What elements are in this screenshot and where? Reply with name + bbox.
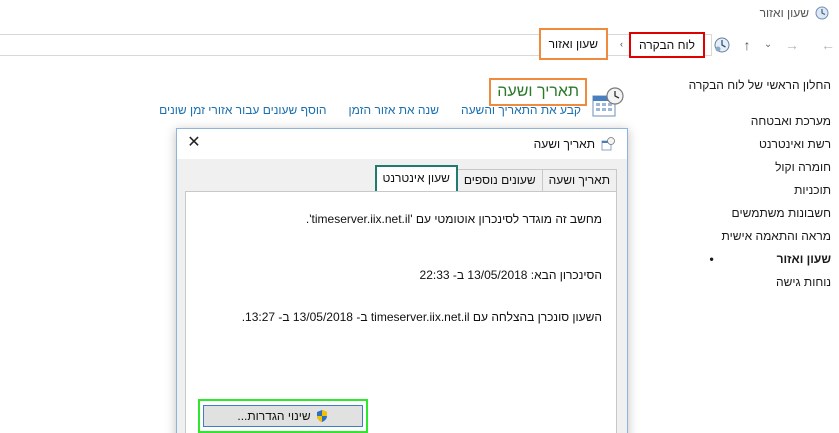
clock-region-icon	[815, 6, 829, 20]
dialog-titlebar: תאריך ושעה ✕	[177, 129, 627, 159]
change-settings-label: שינוי הגדרות...	[237, 409, 311, 423]
change-settings-highlight: שינוי הגדרות...	[198, 399, 368, 433]
set-date-time-link[interactable]: קבע את התאריך והשעה	[461, 103, 581, 117]
control-panel-icon	[714, 37, 730, 53]
tab-panel-internet-time: מחשב זה מוגדר לסינכרון אוטומטי עם 'times…	[185, 191, 617, 433]
sidebar-item-hardware-sound[interactable]: חומרה וקול	[722, 157, 831, 180]
dialog-title: תאריך ושעה	[534, 137, 615, 151]
navigation-bar: ← → ⌄ ↑ לוח הבקרה › שעון ואזור	[0, 28, 839, 60]
task-links: קבע את התאריך והשעה שנה את אזור הזמן הוס…	[159, 103, 581, 117]
sidebar-item-network-internet[interactable]: רשת ואינטרנט	[722, 134, 831, 157]
last-sync-text: השעון סונכרן בהצלחה עם timeserver.iix.ne…	[241, 310, 602, 324]
breadcrumb-control-panel[interactable]: לוח הבקרה	[629, 32, 705, 58]
arrow-right-icon[interactable]: →	[783, 37, 801, 53]
next-sync-text: הסינכרון הבא: 13/05/2018 ב- 22:33	[419, 268, 602, 282]
dialog-title-text: תאריך ושעה	[533, 137, 595, 151]
change-time-zone-link[interactable]: שנה את אזור הזמן	[349, 103, 439, 117]
arrow-left-icon[interactable]: ←	[819, 37, 837, 53]
active-bullet-icon: •	[709, 252, 714, 266]
uac-shield-icon	[316, 410, 327, 422]
change-settings-button[interactable]: שינוי הגדרות...	[203, 405, 363, 427]
sidebar-item-appearance[interactable]: מראה והתאמה אישית	[722, 226, 831, 249]
close-icon[interactable]: ✕	[185, 135, 203, 153]
window-title-bar: שעון ואזור	[760, 6, 829, 20]
sidebar-item-ease-of-access[interactable]: נוחות גישה	[722, 272, 831, 295]
page-title[interactable]: תאריך ושעה	[489, 78, 587, 106]
sidebar-item-user-accounts[interactable]: חשבונות משתמשים	[722, 203, 831, 226]
tab-date-time[interactable]: תאריך ושעה	[541, 169, 617, 191]
sidebar-item-label: שעון ואזור	[776, 252, 831, 266]
sync-config-text: מחשב זה מוגדר לסינכרון אוטומטי עם 'times…	[305, 212, 602, 226]
sidebar-item-system-security[interactable]: מערכת ואבטחה	[722, 111, 831, 134]
window-title: שעון ואזור	[759, 6, 809, 20]
date-time-dialog: תאריך ושעה ✕ תאריך ושעה שעונים נוספים שע…	[176, 128, 628, 433]
breadcrumb-label: לוח הבקרה	[639, 38, 695, 52]
arrow-up-icon[interactable]: ↑	[738, 37, 756, 53]
sidebar-home-link[interactable]: החלון הראשי של לוח הבקרה	[689, 78, 831, 92]
sidebar-item-programs[interactable]: תוכניות	[722, 180, 831, 203]
tab-internet-time[interactable]: שעון אינטרנט	[374, 165, 458, 191]
date-time-icon	[592, 87, 624, 117]
sidebar-list: מערכת ואבטחה רשת ואינטרנט חומרה וקול תוכ…	[710, 111, 831, 295]
dialog-tabs: תאריך ושעה שעונים נוספים שעון אינטרנט	[374, 165, 617, 191]
breadcrumb-label: שעון ואזור	[548, 37, 598, 51]
breadcrumb-separator: ›	[620, 39, 623, 49]
sidebar-item-clock-region[interactable]: שעון ואזור •	[710, 249, 831, 272]
chevron-down-icon[interactable]: ⌄	[759, 37, 777, 53]
add-clocks-link[interactable]: הוסף שעונים עבור אזורי זמן שונים	[159, 103, 326, 117]
breadcrumb-clock-region[interactable]: שעון ואזור	[538, 28, 608, 60]
date-time-icon	[601, 137, 615, 151]
tab-additional-clocks[interactable]: שעונים נוספים	[456, 169, 543, 191]
